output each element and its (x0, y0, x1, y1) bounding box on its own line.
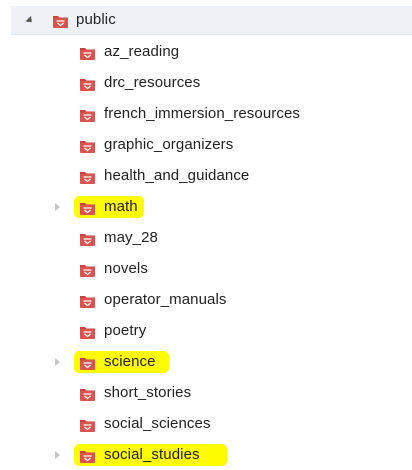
tree-node-label: short_stories (104, 384, 192, 401)
triangle-right-icon (54, 451, 60, 459)
folder-icon (79, 76, 96, 91)
tree-node-label: poetry (104, 322, 147, 339)
tree-node-root[interactable]: public (0, 8, 412, 32)
folder-icon (79, 231, 96, 246)
tree-node-operator-manuals[interactable]: operator_manuals (0, 288, 412, 312)
tree-node-label: operator_manuals (104, 291, 227, 308)
collapse-arrow-icon[interactable] (25, 8, 35, 32)
tree-node-graphic-organizers[interactable]: graphic_organizers (0, 133, 412, 157)
tree-node-label: public (76, 11, 116, 28)
tree-node-label: novels (104, 260, 148, 277)
folder-icon (79, 262, 96, 277)
folder-icon (79, 355, 96, 370)
tree-node-may-28[interactable]: may_28 (0, 226, 412, 250)
folder-icon (79, 169, 96, 184)
folder-icon (79, 417, 96, 432)
triangle-down-icon (25, 15, 35, 25)
tree-node-label: french_immersion_resources (104, 105, 301, 122)
triangle-right-icon (54, 358, 60, 366)
tree-node-az-reading[interactable]: az_reading (0, 40, 412, 64)
tree-node-drc-resources[interactable]: drc_resources (0, 71, 412, 95)
folder-icon (79, 386, 96, 401)
tree-node-french-immersion-resources[interactable]: french_immersion_resources (0, 102, 412, 126)
tree-node-label: may_28 (104, 229, 158, 246)
folder-tree: public az_reading drc_resources french_imme… (0, 0, 412, 470)
folder-icon (52, 13, 69, 28)
folder-icon (79, 138, 96, 153)
folder-icon (79, 448, 96, 463)
triangle-right-icon (54, 203, 60, 211)
folder-icon (79, 293, 96, 308)
tree-node-health-and-guidance[interactable]: health_and_guidance (0, 164, 412, 188)
folder-icon (79, 45, 96, 60)
tree-node-science[interactable]: science (0, 350, 412, 374)
tree-node-novels[interactable]: novels (0, 257, 412, 281)
tree-node-label: social_sciences (104, 415, 211, 432)
tree-node-label: science (104, 353, 156, 370)
tree-node-label: math (104, 198, 138, 215)
folder-icon (79, 324, 96, 339)
tree-node-social-sciences[interactable]: social_sciences (0, 412, 412, 436)
folder-icon (79, 200, 96, 215)
tree-node-poetry[interactable]: poetry (0, 319, 412, 343)
expand-arrow-icon[interactable] (52, 443, 62, 467)
tree-node-math[interactable]: math (0, 195, 412, 219)
tree-node-social-studies[interactable]: social_studies (0, 443, 412, 467)
tree-node-label: drc_resources (104, 74, 201, 91)
tree-node-label: graphic_organizers (104, 136, 234, 153)
folder-icon (79, 107, 96, 122)
tree-node-label: health_and_guidance (104, 167, 250, 184)
expand-arrow-icon[interactable] (52, 195, 62, 219)
tree-node-label: social_studies (104, 446, 200, 463)
tree-node-short-stories[interactable]: short_stories (0, 381, 412, 405)
tree-node-label: az_reading (104, 43, 180, 60)
expand-arrow-icon[interactable] (52, 350, 62, 374)
